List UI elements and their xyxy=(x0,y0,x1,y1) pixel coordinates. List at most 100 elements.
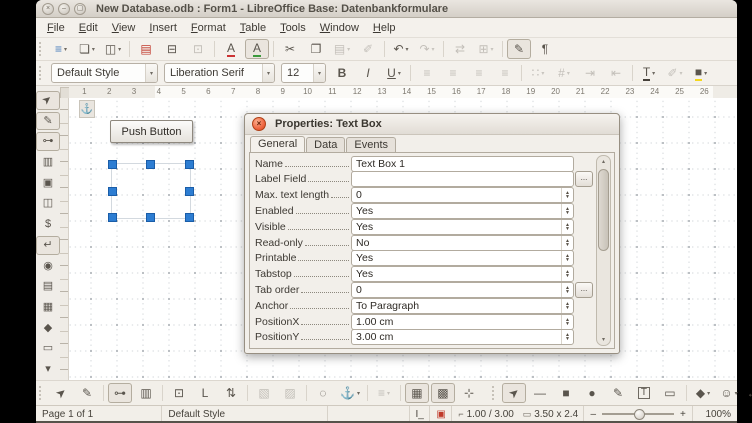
display-grid-icon[interactable]: ▦ xyxy=(405,383,429,403)
menu-tools[interactable]: Tools xyxy=(273,20,313,36)
handle-n[interactable] xyxy=(146,160,155,169)
handle-nw[interactable] xyxy=(108,160,117,169)
check-box-icon[interactable]: ◫ xyxy=(36,195,60,214)
menu-format[interactable]: Format xyxy=(184,20,233,36)
position-and-size-icon[interactable]: L xyxy=(193,383,217,403)
anchor-field[interactable]: To Paragraph▲▼ xyxy=(351,298,574,314)
rectangle-icon[interactable]: ■ xyxy=(554,383,578,403)
handle-e[interactable] xyxy=(185,187,194,196)
scroll-up-arrow[interactable]: ▴ xyxy=(597,158,610,165)
block-arrows-icon[interactable]: ↔▾ xyxy=(743,383,752,403)
push-button-control[interactable]: Push Button xyxy=(110,120,193,143)
text-box-icon[interactable]: ▣ xyxy=(36,174,60,193)
zoom-knob[interactable] xyxy=(634,409,645,420)
status-page-style[interactable]: Default Style xyxy=(162,406,327,422)
automatic-control-focus-icon[interactable]: ◌ xyxy=(311,383,335,403)
select-icon[interactable]: ➤ xyxy=(49,383,73,403)
background-color-dropdown-arrow[interactable]: ▾ xyxy=(704,70,707,77)
line-icon[interactable]: — xyxy=(528,383,552,403)
design-mode-icon[interactable]: ✎ xyxy=(36,112,60,131)
anchor-dropdown-arrow[interactable]: ▾ xyxy=(357,390,360,397)
tab-general[interactable]: General xyxy=(250,136,305,153)
handle-se[interactable] xyxy=(185,213,194,222)
font-color-icon[interactable]: T▾ xyxy=(637,63,661,83)
max-text-length-field[interactable]: 0▲▼ xyxy=(351,187,574,203)
freeform-line-icon[interactable]: ✎ xyxy=(606,383,630,403)
image-control-icon[interactable]: ▭ xyxy=(36,340,60,359)
redo-dropdown-arrow[interactable]: ▾ xyxy=(432,46,435,53)
name-field[interactable]: Text Box 1 xyxy=(351,156,574,172)
read-only-spinner[interactable]: ▲▼ xyxy=(561,236,573,250)
anchor-icon[interactable]: ⚓▾ xyxy=(337,383,363,403)
handle-s[interactable] xyxy=(146,213,155,222)
option-button-icon[interactable]: ◉ xyxy=(36,257,60,276)
select-icon[interactable]: ➤ xyxy=(36,91,60,110)
label-field-field[interactable] xyxy=(351,171,574,187)
menu-table[interactable]: Table xyxy=(233,20,273,36)
snap-to-grid-icon[interactable]: ▩ xyxy=(431,383,455,403)
vertical-ruler[interactable] xyxy=(60,98,69,380)
tab-order-more-button[interactable]: ... xyxy=(575,282,593,298)
label-field-icon[interactable]: ▥ xyxy=(36,153,60,172)
formatted-field-icon[interactable]: $ xyxy=(36,215,60,234)
open-icon[interactable]: ❏▾ xyxy=(75,39,99,59)
numbered-list-dropdown-arrow[interactable]: ▾ xyxy=(567,70,570,77)
anchor-icon[interactable]: ⚓ xyxy=(79,100,95,118)
design-mode-icon[interactable]: ✎ xyxy=(75,383,99,403)
handle-sw[interactable] xyxy=(108,213,117,222)
menu-edit[interactable]: Edit xyxy=(72,20,105,36)
combo-dropdown-arrow[interactable]: ▾ xyxy=(262,64,274,82)
menu-help[interactable]: Help xyxy=(366,20,403,36)
insert-text-box-icon[interactable]: T xyxy=(632,383,656,403)
enabled-field[interactable]: Yes▲▼ xyxy=(351,203,574,219)
handle-ne[interactable] xyxy=(185,160,194,169)
combo-dropdown-arrow[interactable]: ▾ xyxy=(145,64,157,82)
list-box-icon[interactable]: ▤ xyxy=(36,277,60,296)
dialog-titlebar[interactable]: × Properties: Text Box xyxy=(245,114,619,135)
toolbar-grip[interactable] xyxy=(39,386,44,400)
activation-order-icon[interactable]: ⇅ xyxy=(219,383,243,403)
view-form-design-icon[interactable]: ≡▾ xyxy=(49,39,73,59)
zoom-in-button[interactable]: + xyxy=(680,409,686,420)
font-size-combo[interactable]: 12 ▾ xyxy=(281,63,326,83)
font-color-dropdown-arrow[interactable]: ▾ xyxy=(652,70,655,77)
control-properties-icon[interactable]: ⊶ xyxy=(108,383,132,403)
label-field-more-button[interactable]: ... xyxy=(575,171,593,187)
bold-icon[interactable]: B xyxy=(330,63,354,83)
cut-icon[interactable]: ✂ xyxy=(278,39,302,59)
printable-spinner[interactable]: ▲▼ xyxy=(561,251,573,265)
image-button-icon[interactable]: ◆ xyxy=(36,319,60,338)
menu-view[interactable]: View xyxy=(105,20,143,36)
titlebar[interactable]: × – ▢ New Database.odb : Form1 - LibreOf… xyxy=(36,0,737,18)
status-modified-icon[interactable]: ▣ xyxy=(430,406,451,422)
undo-dropdown-arrow[interactable]: ▾ xyxy=(406,46,409,53)
font-name-combo[interactable]: Liberation Serif ▾ xyxy=(164,63,275,83)
basic-shapes-dropdown-arrow[interactable]: ▾ xyxy=(707,390,710,397)
underline-icon[interactable]: U▾ xyxy=(382,63,406,83)
dialog-scrollbar[interactable]: ▴ ▾ xyxy=(596,155,611,346)
positiony-spinner[interactable]: ▲▼ xyxy=(561,330,573,344)
menu-file[interactable]: File xyxy=(40,20,72,36)
insert-table-dropdown-arrow[interactable]: ▾ xyxy=(491,46,494,53)
read-only-field[interactable]: No▲▼ xyxy=(351,235,574,251)
open-dropdown-arrow[interactable]: ▾ xyxy=(92,46,95,53)
tabstop-field[interactable]: Yes▲▼ xyxy=(351,266,574,282)
positionx-spinner[interactable]: ▲▼ xyxy=(561,315,573,329)
zoom-track[interactable] xyxy=(602,413,674,415)
push-button-icon[interactable]: ↵ xyxy=(36,236,60,255)
visible-spinner[interactable]: ▲▼ xyxy=(561,220,573,234)
view-form-design-dropdown-arrow[interactable]: ▾ xyxy=(64,46,67,53)
positionx-field[interactable]: 1.00 cm▲▼ xyxy=(351,314,574,330)
combo-dropdown-arrow[interactable]: ▾ xyxy=(313,64,325,82)
toolbar-grip[interactable] xyxy=(39,42,44,56)
tab-events[interactable]: Events xyxy=(346,137,396,153)
zoom-level[interactable]: 100% xyxy=(693,406,737,422)
more-controls-icon[interactable]: ▾ xyxy=(36,360,60,379)
spelling-icon[interactable]: A xyxy=(219,39,243,59)
control-wizards-icon[interactable]: ⊶ xyxy=(36,132,60,151)
symbol-shapes-dropdown-arrow[interactable]: ▾ xyxy=(735,390,738,397)
undo-icon[interactable]: ↶▾ xyxy=(389,39,413,59)
tab-data[interactable]: Data xyxy=(306,137,345,153)
visible-field[interactable]: Yes▲▼ xyxy=(351,219,574,235)
dialog-close-button[interactable]: × xyxy=(252,117,266,131)
